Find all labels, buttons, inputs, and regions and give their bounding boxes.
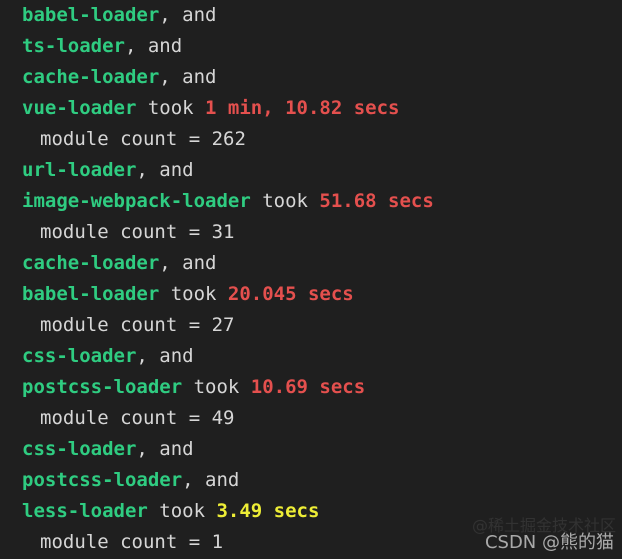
terminal-line: cache-loader, and [0,62,622,93]
token-plain: , and [182,469,240,491]
token-count: module count = 262 [40,128,246,150]
terminal-line: module count = 31 [0,217,622,248]
token-plain: took [182,376,251,398]
terminal-line: css-loader, and [0,341,622,372]
token-plain: took [136,97,206,119]
terminal-line: module count = 1 [0,527,622,558]
token-plain: , and [124,35,183,57]
token-time-slow: 10.69 secs [250,376,366,398]
token-count: module count = 49 [40,407,235,429]
terminal-line: module count = 49 [0,403,622,434]
terminal-line: ts-loader, and [0,31,622,62]
terminal-line: module count = 262 [0,124,622,155]
terminal-line: babel-loader, and [0,0,622,31]
token-loader: cache-loader [22,66,160,88]
token-time-slow: 1 min, 10.82 secs [205,97,400,119]
token-loader: vue-loader [22,97,137,119]
token-plain: , and [159,252,217,274]
token-plain: took [147,500,217,522]
token-loader: less-loader [22,500,148,522]
token-plain: , and [136,159,194,181]
token-loader: image-webpack-loader [22,190,251,212]
token-loader: cache-loader [22,252,160,274]
token-plain: , and [136,345,194,367]
token-plain: took [250,190,320,212]
terminal-line-list: babel-loader, and ts-loader, and cache-loa… [0,0,622,558]
token-count: module count = 1 [40,531,224,553]
terminal-line: babel-loader took 20.045 secs [0,279,622,310]
terminal-line: url-loader, and [0,155,622,186]
terminal-line: postcss-loader, and [0,465,622,496]
token-time-fast: 3.49 secs [216,500,320,522]
token-plain: , and [159,4,217,26]
token-loader: url-loader [22,159,137,181]
token-plain: , and [136,438,194,460]
token-loader: babel-loader [22,283,160,305]
token-plain: took [159,283,228,305]
token-count: module count = 31 [40,221,235,243]
terminal-line: less-loader took 3.49 secs [0,496,622,527]
token-time-slow: 51.68 secs [319,190,434,212]
token-loader: ts-loader [22,35,125,57]
token-loader: postcss-loader [22,376,183,398]
token-loader: postcss-loader [22,469,183,491]
token-time-slow: 20.045 secs [227,283,354,305]
terminal-line: cache-loader, and [0,248,622,279]
terminal-line: css-loader, and [0,434,622,465]
terminal-line: module count = 27 [0,310,622,341]
token-count: module count = 27 [40,314,235,336]
terminal-line: vue-loader took 1 min, 10.82 secs [0,93,622,124]
token-loader: css-loader [22,345,137,367]
terminal-line: postcss-loader took 10.69 secs [0,372,622,403]
token-loader: css-loader [22,438,137,460]
token-loader: babel-loader [22,4,160,26]
terminal-line: image-webpack-loader took 51.68 secs [0,186,622,217]
terminal-output-pane: babel-loader, and ts-loader, and cache-loa… [0,0,622,559]
token-plain: , and [159,66,217,88]
